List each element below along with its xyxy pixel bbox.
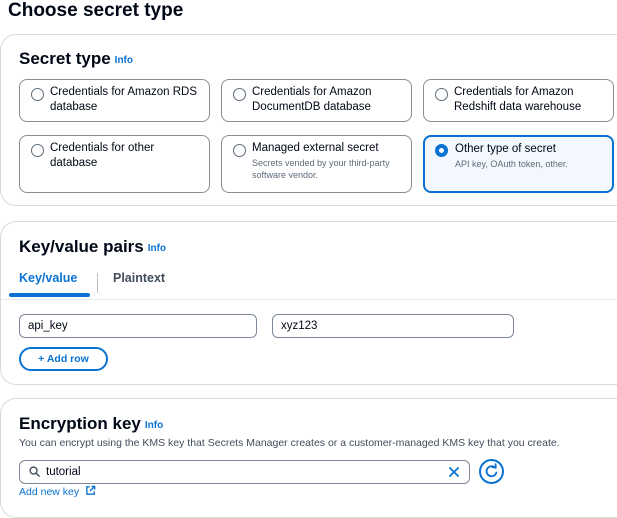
- tab-key-value[interactable]: Key/value: [19, 271, 77, 285]
- radio-button[interactable]: [233, 88, 246, 101]
- encryption-key-card: Encryption key Info You can encrypt using…: [0, 398, 617, 518]
- secret-key-input[interactable]: api_key: [19, 314, 257, 338]
- search-value: tutorial: [46, 466, 81, 478]
- secret-type-option-rds[interactable]: Credentials for Amazon RDS database: [19, 79, 210, 122]
- clear-icon[interactable]: [447, 465, 461, 479]
- add-new-key-link[interactable]: Add new key: [19, 485, 96, 498]
- add-row-button[interactable]: + Add row: [19, 347, 108, 371]
- option-description: Secrets vended by your third-party softw…: [252, 158, 390, 180]
- encryption-description: You can encrypt using the KMS key that S…: [19, 437, 560, 449]
- key-value-heading: Key/value pairs Info: [19, 237, 166, 257]
- refresh-button[interactable]: [479, 459, 504, 484]
- page-title: Choose secret type: [8, 0, 184, 21]
- kms-key-search-input[interactable]: tutorial: [19, 460, 470, 484]
- secret-type-title: Secret type: [19, 49, 111, 68]
- secret-type-heading: Secret type Info: [19, 49, 133, 69]
- key-value-title: Key/value pairs: [19, 237, 144, 256]
- radio-button[interactable]: [435, 88, 448, 101]
- option-label: Credentials for Amazon Redshift data war…: [454, 86, 582, 113]
- option-label: Credentials for Amazon DocumentDB databa…: [252, 86, 372, 113]
- tabs-divider-line: [1, 299, 617, 300]
- add-new-key-label: Add new key: [19, 486, 80, 498]
- key-value-card: Key/value pairs Info Key/value Plaintext …: [0, 221, 617, 385]
- option-label: Other type of secret: [455, 143, 556, 155]
- option-description: API key, OAuth token, other.: [455, 159, 568, 169]
- option-label: Managed external secret: [252, 142, 379, 154]
- radio-button[interactable]: [31, 144, 44, 157]
- key-value-tabs: Key/value Plaintext: [1, 271, 617, 299]
- secret-type-option-other-database[interactable]: Credentials for other database: [19, 135, 210, 193]
- radio-button[interactable]: [233, 144, 246, 157]
- secret-type-option-managed-external[interactable]: Managed external secret Secrets vended b…: [221, 135, 412, 193]
- secret-type-option-documentdb[interactable]: Credentials for Amazon DocumentDB databa…: [221, 79, 412, 122]
- secret-type-option-redshift[interactable]: Credentials for Amazon Redshift data war…: [423, 79, 614, 122]
- radio-button-selected[interactable]: [435, 144, 448, 157]
- refresh-icon: [485, 463, 498, 478]
- secret-type-option-other-secret[interactable]: Other type of secret API key, OAuth toke…: [423, 135, 614, 193]
- tab-plaintext[interactable]: Plaintext: [113, 271, 165, 285]
- encryption-title: Encryption key: [19, 414, 141, 433]
- option-label: Credentials for other database: [50, 142, 155, 169]
- radio-button[interactable]: [31, 88, 44, 101]
- tab-divider: [97, 273, 98, 293]
- search-icon: [29, 466, 40, 477]
- secret-value-input[interactable]: xyz123: [272, 314, 514, 338]
- key-value-info-link[interactable]: Info: [148, 243, 166, 254]
- active-tab-indicator: [9, 293, 90, 297]
- encryption-info-link[interactable]: Info: [145, 420, 163, 431]
- secret-type-card: Secret type Info Credentials for Amazon R…: [0, 34, 617, 206]
- secret-type-info-link[interactable]: Info: [115, 55, 133, 66]
- option-label: Credentials for Amazon RDS database: [50, 86, 198, 113]
- encryption-heading: Encryption key Info: [19, 414, 163, 434]
- external-link-icon: [86, 485, 96, 495]
